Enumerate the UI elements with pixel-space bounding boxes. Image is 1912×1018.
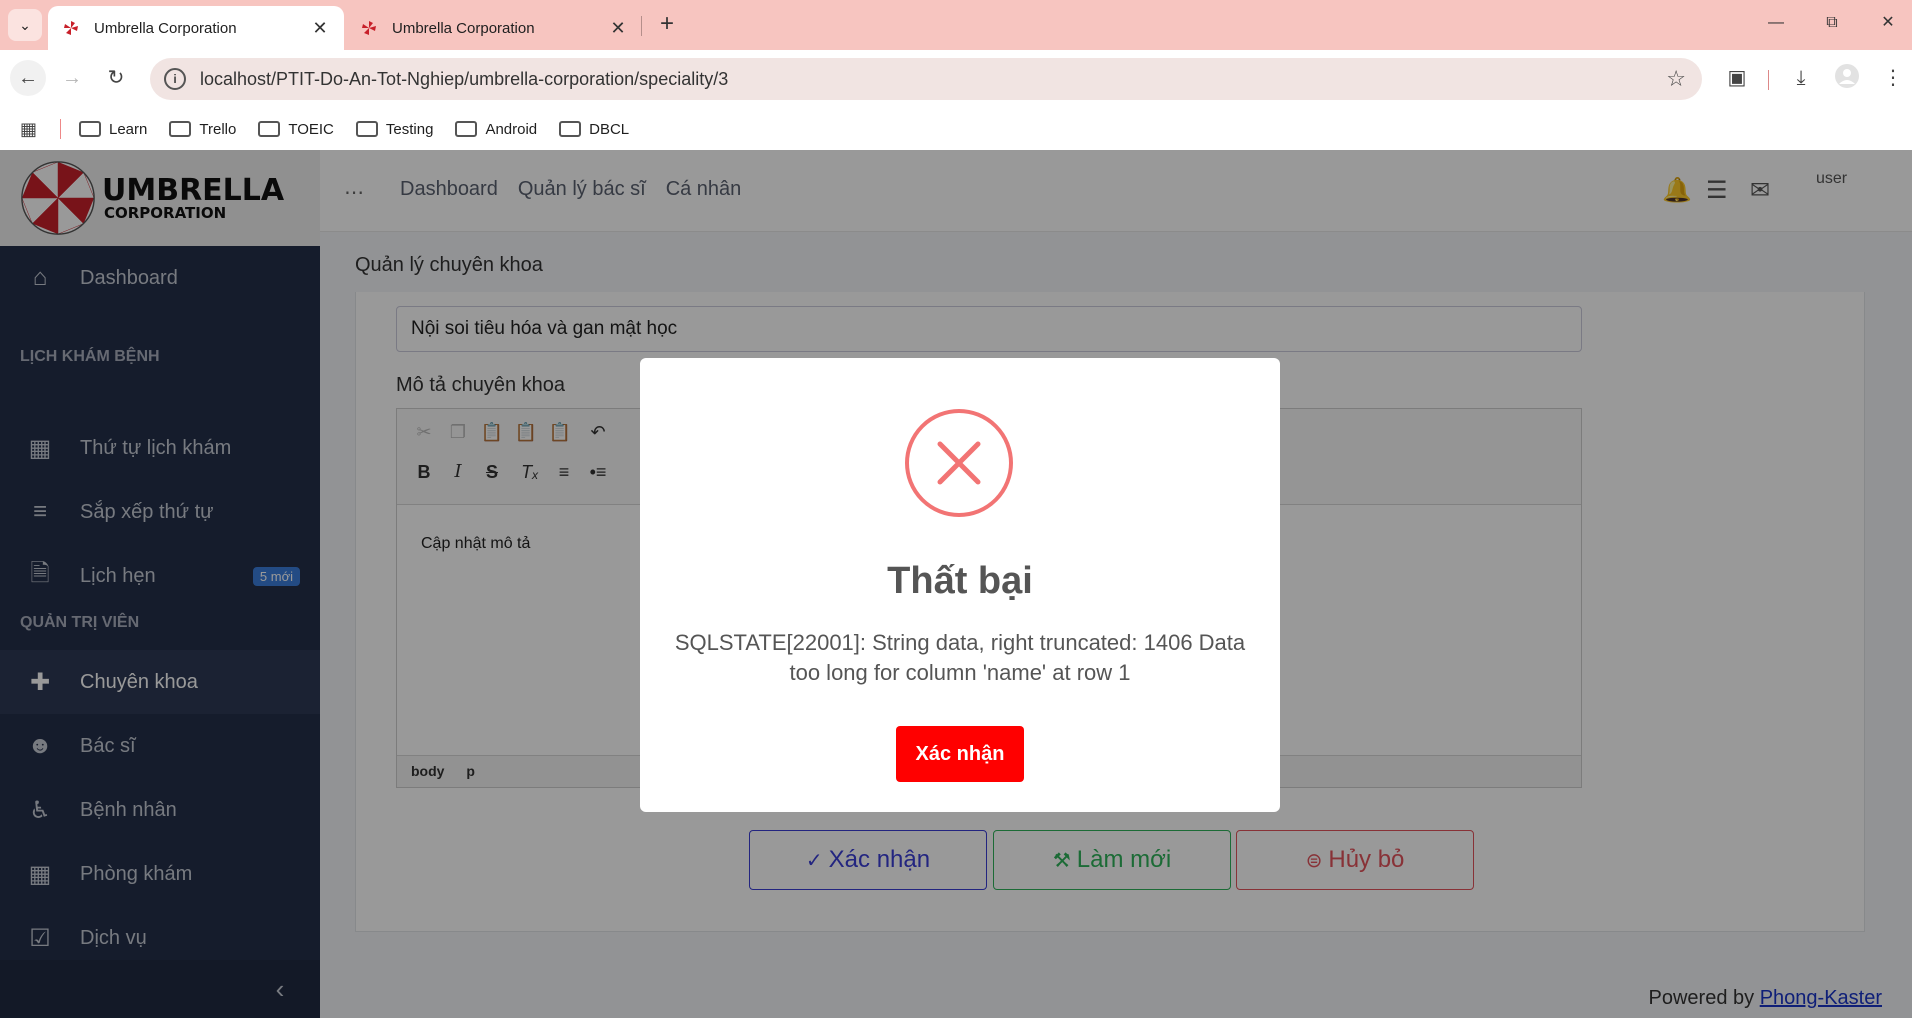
bookmark-label: Learn bbox=[109, 120, 148, 138]
bookmark-folder[interactable]: Learn bbox=[79, 121, 147, 138]
dialog-title: Thất bại bbox=[887, 560, 1033, 602]
dialog-confirm-button[interactable]: Xác nhận bbox=[896, 726, 1024, 782]
bookmark-label: TOEIC bbox=[288, 120, 334, 138]
umbrella-favicon-icon bbox=[62, 19, 80, 37]
browser-tabbar: ⌄ Umbrella Corporation ✕ Umbrella Corpor… bbox=[0, 0, 1912, 50]
bookmark-label: DBCL bbox=[589, 120, 630, 138]
bookmark-folder[interactable]: TOEIC bbox=[258, 121, 334, 138]
bookmark-label: Android bbox=[485, 120, 538, 138]
back-button[interactable]: ← bbox=[10, 60, 46, 96]
folder-icon bbox=[258, 121, 281, 137]
bookmark-folder[interactable]: Android bbox=[455, 121, 537, 138]
umbrella-favicon-icon bbox=[360, 19, 378, 37]
folder-icon bbox=[455, 121, 478, 137]
dialog-message: SQLSTATE[22001]: String data, right trun… bbox=[674, 630, 1246, 685]
folder-icon bbox=[559, 121, 582, 137]
bookmark-star-icon[interactable]: ☆ bbox=[1666, 66, 1686, 92]
menu-kebab-icon[interactable]: ⋮ bbox=[1878, 63, 1908, 93]
tab-close-icon[interactable]: ✕ bbox=[310, 18, 330, 39]
tab-title: Umbrella Corporation bbox=[94, 19, 237, 37]
error-dialog: Thất bại SQLSTATE[22001]: String data, r… bbox=[640, 358, 1280, 812]
tab-separator bbox=[641, 16, 642, 36]
folder-icon bbox=[79, 121, 101, 137]
apps-grid-icon[interactable]: ▦ bbox=[20, 119, 44, 140]
close-window-icon[interactable]: ✕ bbox=[1868, 8, 1908, 38]
tab-close-icon[interactable]: ✕ bbox=[608, 18, 628, 39]
tab-title: Umbrella Corporation bbox=[392, 19, 535, 37]
profile-avatar[interactable] bbox=[1832, 63, 1862, 93]
download-icon[interactable]: ⤓ bbox=[1786, 63, 1816, 93]
toolbar-separator bbox=[1768, 70, 1769, 90]
forward-button[interactable]: → bbox=[54, 60, 90, 96]
folder-icon bbox=[355, 121, 378, 137]
bookmark-separator bbox=[60, 119, 61, 139]
folder-icon bbox=[169, 121, 192, 137]
reload-button[interactable]: ↻ bbox=[98, 60, 134, 96]
new-tab-button[interactable]: + bbox=[652, 10, 682, 40]
address-bar[interactable]: i localhost/PTIT-Do-An-Tot-Nghiep/umbrel… bbox=[150, 58, 1702, 100]
restore-icon[interactable]: ⧉ bbox=[1812, 8, 1852, 38]
browser-toolbar: ← → ↻ i localhost/PTIT-Do-An-Tot-Nghiep/… bbox=[0, 50, 1912, 108]
error-x-icon bbox=[905, 409, 1013, 517]
bookmark-folder[interactable]: Testing bbox=[355, 120, 434, 138]
minimize-icon[interactable]: — bbox=[1756, 8, 1796, 38]
bookmark-folder[interactable]: Trello bbox=[169, 121, 236, 138]
bookmark-label: Trello bbox=[199, 120, 237, 138]
url-text: localhost/PTIT-Do-An-Tot-Nghiep/umbrella… bbox=[200, 68, 729, 89]
bookmark-folder[interactable]: DBCL bbox=[559, 121, 629, 138]
bookmark-label: Testing bbox=[385, 120, 434, 138]
extensions-icon[interactable]: ▣ bbox=[1722, 63, 1752, 93]
site-info-icon[interactable]: i bbox=[164, 68, 186, 90]
bookmarks-bar: ▦ Learn Trello TOEIC Testing Android DBC… bbox=[0, 108, 1912, 150]
tab-search-button[interactable]: ⌄ bbox=[8, 9, 42, 41]
tab-active[interactable]: Umbrella Corporation ✕ bbox=[48, 6, 344, 50]
tab-inactive[interactable]: Umbrella Corporation ✕ bbox=[346, 6, 642, 50]
